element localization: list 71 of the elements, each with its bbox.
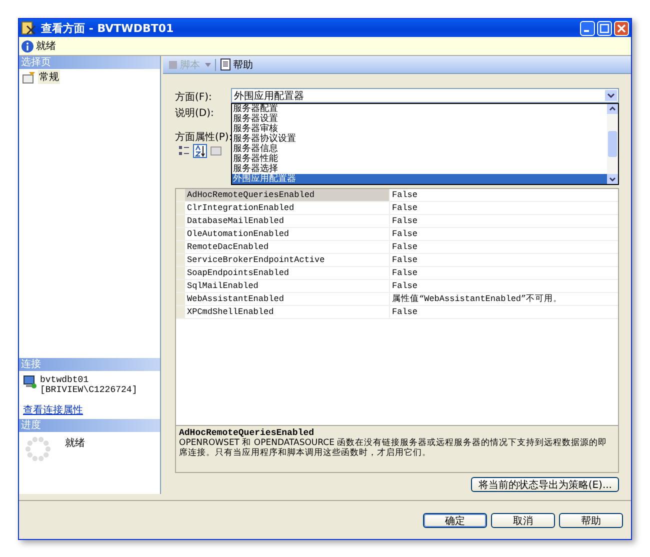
- property-name[interactable]: OleAutomationEnabled: [185, 228, 389, 240]
- description-label: 说明(D):: [175, 107, 214, 119]
- property-value: False: [389, 267, 618, 279]
- dropdown-option[interactable]: 服务器设置: [232, 114, 607, 124]
- caret-icon: [205, 62, 211, 66]
- property-value: 属性值“WebAssistantEnabled”不可用。: [389, 293, 618, 305]
- sort-icon: [194, 145, 206, 157]
- property-name[interactable]: RemoteDacEnabled: [185, 241, 389, 253]
- minimize-button[interactable]: [580, 20, 595, 36]
- page-item[interactable]: 常规: [38, 70, 60, 84]
- section-header: 连接: [19, 358, 160, 371]
- properties-label: 方面属性(P):: [175, 130, 232, 143]
- server-icon: [23, 375, 37, 389]
- property-pages-icon: [210, 145, 222, 157]
- dialog-button[interactable]: 取消: [491, 512, 555, 528]
- property-name[interactable]: XPCmdShellEnabled: [185, 306, 389, 318]
- property-value: False: [389, 202, 618, 214]
- maximize-button[interactable]: [597, 20, 612, 36]
- dropdown-option[interactable]: 服务器协议设置: [232, 134, 607, 144]
- user-name: [BRIVIEW\C1226724]: [40, 385, 138, 395]
- status-text: 就绪: [36, 40, 56, 53]
- dropdown-option[interactable]: 服务器审核: [232, 124, 607, 134]
- page-icon: [22, 70, 36, 84]
- property-value: False: [389, 280, 618, 292]
- property-name[interactable]: SqlMailEnabled: [185, 280, 389, 292]
- dropdown-option[interactable]: 外围应用配置器: [232, 174, 607, 184]
- property-value: False: [389, 241, 618, 253]
- categories-icon: [178, 145, 190, 157]
- facet-label: 方面(F):: [175, 90, 213, 104]
- property-name[interactable]: SoapEndpointsEnabled: [185, 267, 389, 279]
- categorized-view-button[interactable]: [177, 144, 191, 158]
- property-value: False: [389, 306, 618, 318]
- window-title: 查看方面 - BVTWDBT01: [41, 20, 175, 36]
- progress-status: 就绪: [65, 436, 85, 450]
- description-text: OPENROWSET 和 OPENDATASOURCE 函数在没有链接服务器或远程服务器的情况下支持到远程数据源的即席连接。只有当应用程序和脚本调用这些函数时，才启用它们。: [179, 438, 608, 458]
- dropdown-option[interactable]: 服务器配置: [232, 104, 607, 114]
- maximize-icon: [600, 24, 609, 32]
- dropdown-option[interactable]: 服务器信息: [232, 144, 607, 154]
- property-value: False: [389, 254, 618, 266]
- dropdown-arrow-icon: [605, 90, 617, 101]
- property-name[interactable]: ServiceBrokerEndpointActive: [185, 254, 389, 266]
- close-icon: [617, 24, 626, 32]
- minimize-icon: [584, 30, 588, 32]
- alphabetical-view-button[interactable]: [193, 144, 207, 158]
- property-value: False: [389, 228, 618, 240]
- section-header: 进度: [19, 419, 160, 432]
- dropdown-option[interactable]: 服务器选择: [232, 164, 607, 174]
- connection-properties-link[interactable]: 查看连接属性: [23, 403, 157, 417]
- facet-icon: [21, 20, 37, 36]
- section-header: 选择页: [19, 56, 160, 69]
- property-name[interactable]: AdHocRemoteQueriesEnabled: [185, 189, 389, 201]
- property-name[interactable]: ClrIntegrationEnabled: [185, 202, 389, 214]
- property-name[interactable]: WebAssistantEnabled: [185, 293, 389, 305]
- dialog-button[interactable]: 帮助: [559, 512, 623, 528]
- scrollbar[interactable]: [607, 104, 618, 184]
- help-button[interactable]: 帮助: [218, 58, 255, 72]
- close-button[interactable]: [614, 20, 629, 36]
- info-icon: [21, 40, 34, 52]
- property-value: False: [389, 189, 618, 201]
- property-value: False: [389, 215, 618, 227]
- facet-dropdown[interactable]: 外围应用配置器: [231, 88, 619, 103]
- scroll-down-icon: [607, 174, 618, 184]
- dialog-button[interactable]: 确定: [423, 512, 487, 528]
- document-icon: [220, 58, 232, 71]
- spinner-icon: [25, 436, 51, 462]
- server-name: bvtwdbt01: [40, 375, 90, 385]
- description-title: AdHocRemoteQueriesEnabled: [179, 428, 316, 438]
- scroll-up-icon: [607, 104, 618, 114]
- dropdown-option[interactable]: 服务器性能: [232, 154, 607, 164]
- export-policy-button[interactable]: 将当前的状态导出为策略(E)...: [471, 477, 619, 492]
- property-name[interactable]: DatabaseMailEnabled: [185, 215, 389, 227]
